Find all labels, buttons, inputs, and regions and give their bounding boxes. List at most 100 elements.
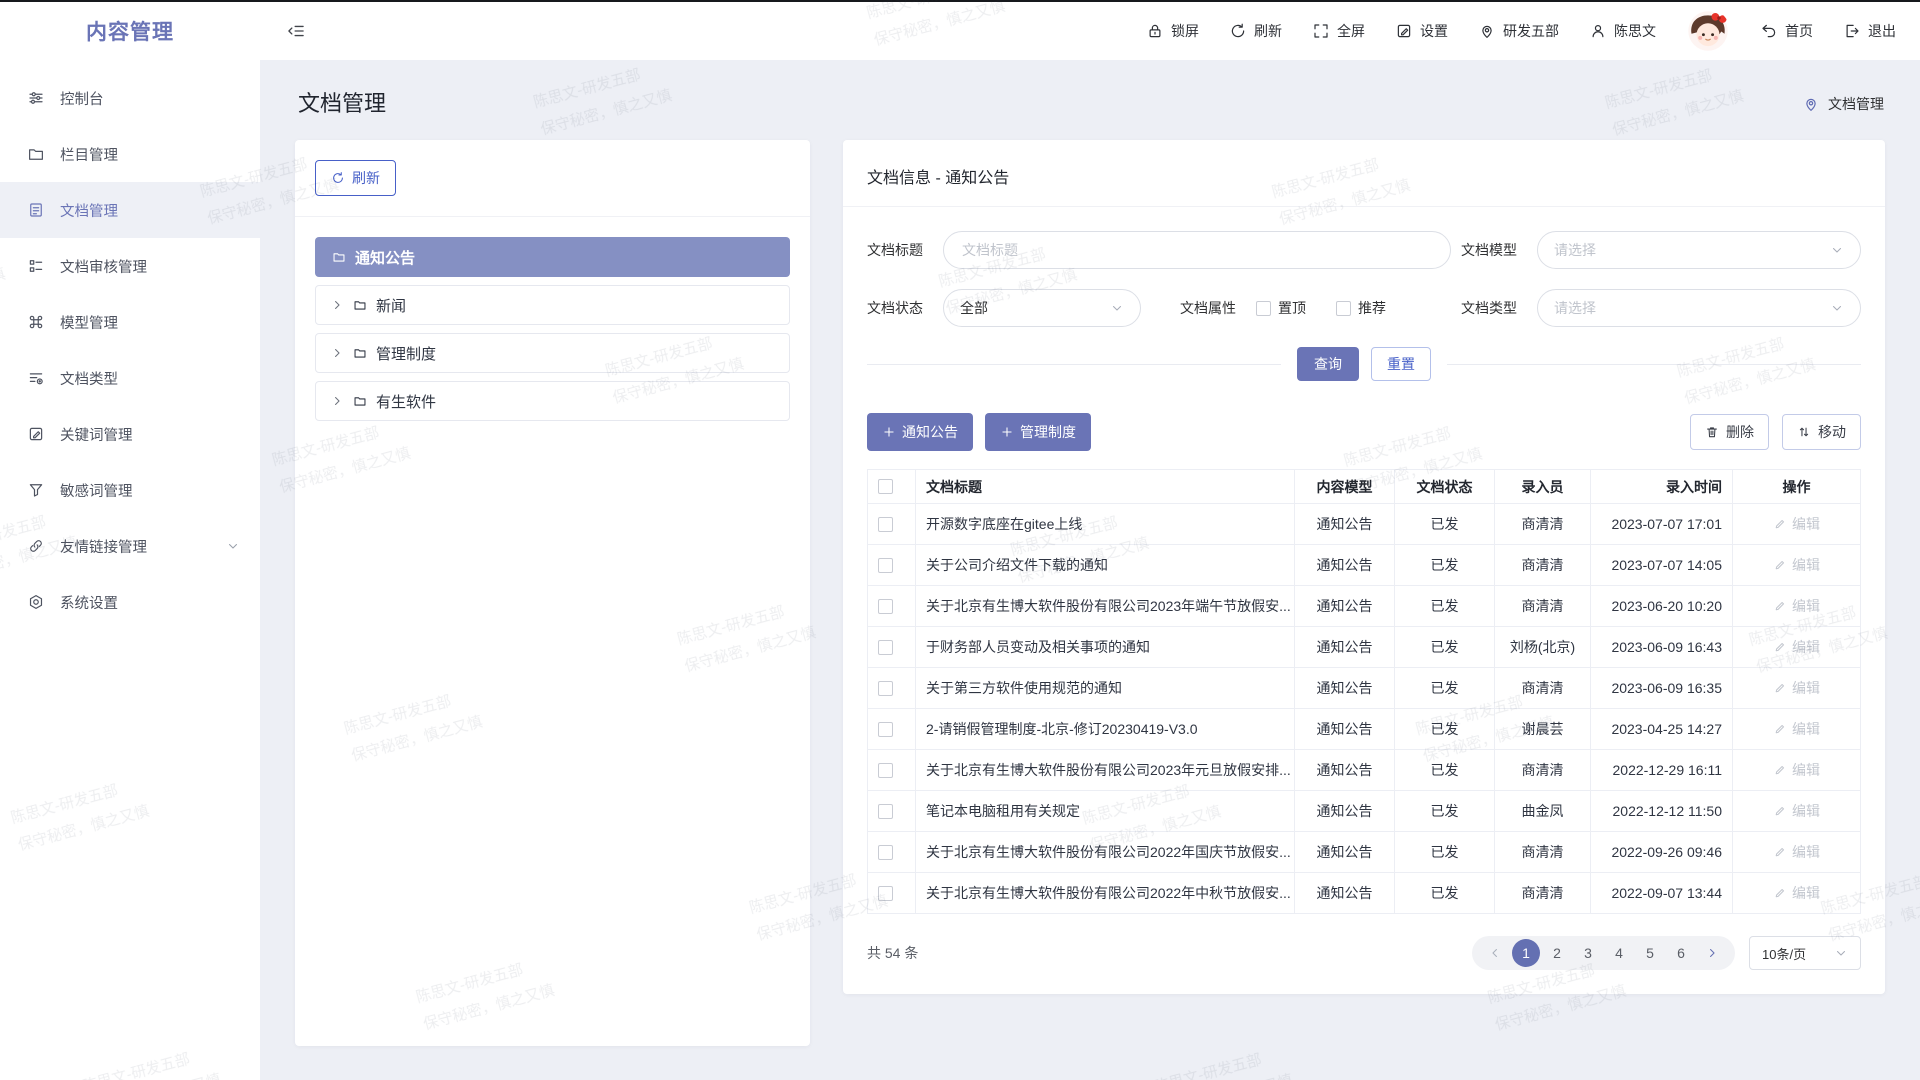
table-row: 关于第三方软件使用规范的通知 通知公告 已发 商清清 2023-06-09 16… (868, 668, 1861, 709)
logout-icon (1843, 22, 1861, 40)
edit-button[interactable]: 编辑 (1773, 883, 1820, 903)
doc-status-label: 文档状态 (867, 298, 929, 318)
next-page-button[interactable] (1698, 939, 1726, 967)
edit-square-icon (27, 425, 45, 443)
row-checkbox[interactable] (878, 640, 893, 655)
location-pin-icon (1802, 95, 1820, 113)
folder-icon (353, 394, 367, 408)
panel-title: 文档信息 - 通知公告 (867, 164, 1861, 188)
settings-button[interactable]: 设置 (1395, 21, 1448, 41)
edit-button[interactable]: 编辑 (1773, 596, 1820, 616)
sidebar-item-sensitive-words[interactable]: 敏感词管理 (0, 462, 260, 518)
home-button[interactable]: 首页 (1760, 21, 1813, 41)
row-checkbox[interactable] (878, 763, 893, 778)
sidebar-item-document-management[interactable]: 文档管理 (0, 182, 260, 238)
row-checkbox[interactable] (878, 681, 893, 696)
avatar[interactable] (1686, 9, 1730, 53)
doc-model-select[interactable]: 请选择 (1537, 231, 1861, 269)
sidebar-item-system-settings[interactable]: 系统设置 (0, 574, 260, 630)
command-icon (27, 313, 45, 331)
add-notice-button[interactable]: 通知公告 (867, 413, 973, 451)
pencil-icon (1773, 845, 1787, 859)
lock-screen-button[interactable]: 锁屏 (1146, 21, 1199, 41)
refresh-icon (1229, 22, 1247, 40)
reset-button[interactable]: 重置 (1371, 347, 1431, 381)
sidebar-item-document-type[interactable]: 文档类型 (0, 350, 260, 406)
select-all-checkbox[interactable] (878, 479, 893, 494)
checkbox (1336, 301, 1351, 316)
edit-button[interactable]: 编辑 (1773, 719, 1820, 739)
folder-icon (27, 145, 45, 163)
row-checkbox[interactable] (878, 845, 893, 860)
edit-button[interactable]: 编辑 (1773, 514, 1820, 534)
move-button[interactable]: 移动 (1782, 414, 1861, 450)
chevron-right-icon (330, 394, 344, 408)
doc-attr-label: 文档属性 (1180, 298, 1242, 318)
delete-button[interactable]: 删除 (1690, 414, 1769, 450)
row-checkbox[interactable] (878, 886, 893, 901)
attr-recommend-checkbox[interactable]: 推荐 (1336, 298, 1386, 318)
search-button[interactable]: 查询 (1297, 347, 1359, 381)
table-row: 关于北京有生博大软件股份有限公司2022年国庆节放假安... 通知公告 已发 商… (868, 832, 1861, 873)
refresh-icon (331, 171, 345, 185)
chevron-right-icon (1705, 946, 1719, 960)
prev-page-button[interactable] (1481, 939, 1509, 967)
main-content: 文档管理 文档管理 刷新 通知公告 新闻 管理制 (260, 60, 1920, 1080)
pencil-icon (1773, 558, 1787, 572)
page-button-2[interactable]: 2 (1543, 939, 1571, 967)
link-icon (27, 537, 45, 555)
page-button-6[interactable]: 6 (1667, 939, 1695, 967)
sidebar-item-console[interactable]: 控制台 (0, 70, 260, 126)
status-badge: 已发 (1395, 791, 1495, 832)
sidebar: 控制台 栏目管理 文档管理 文档审核管理 模型管理 文档类型 关键词管理 敏感词… (0, 60, 260, 1080)
table-row: 关于公司介绍文件下载的通知 通知公告 已发 商清清 2023-07-07 14:… (868, 545, 1861, 586)
page-button-3[interactable]: 3 (1574, 939, 1602, 967)
sidebar-collapse-button[interactable] (286, 21, 306, 41)
tree-node-software[interactable]: 有生软件 (315, 381, 790, 421)
doc-type-select[interactable]: 请选择 (1537, 289, 1861, 327)
row-checkbox[interactable] (878, 517, 893, 532)
page-button-4[interactable]: 4 (1605, 939, 1633, 967)
page-size-select[interactable]: 10条/页 (1749, 936, 1861, 970)
edit-button[interactable]: 编辑 (1773, 637, 1820, 657)
sidebar-item-model-management[interactable]: 模型管理 (0, 294, 260, 350)
chevron-down-icon (1830, 301, 1844, 315)
add-rule-button[interactable]: 管理制度 (985, 413, 1091, 451)
sidebar-item-friendly-links[interactable]: 友情链接管理 (0, 518, 260, 574)
doc-status-select[interactable]: 全部 (943, 289, 1141, 327)
fullscreen-button[interactable]: 全屏 (1312, 21, 1365, 41)
page-button-5[interactable]: 5 (1636, 939, 1664, 967)
edit-button[interactable]: 编辑 (1773, 678, 1820, 698)
chevron-right-icon (330, 346, 344, 360)
attr-top-checkbox[interactable]: 置顶 (1256, 298, 1306, 318)
tree-node-notice-selected[interactable]: 通知公告 (315, 237, 790, 277)
row-checkbox[interactable] (878, 599, 893, 614)
user-menu[interactable]: 陈思文 (1589, 21, 1656, 41)
table-row: 关于北京有生博大软件股份有限公司2023年元旦放假安排... 通知公告 已发 商… (868, 750, 1861, 791)
chevron-right-icon (330, 298, 344, 312)
tree-refresh-button[interactable]: 刷新 (315, 160, 396, 196)
row-checkbox[interactable] (878, 722, 893, 737)
list-gear-icon (27, 369, 45, 387)
doc-title-input[interactable] (943, 231, 1451, 269)
back-arrow-icon (1760, 22, 1778, 40)
row-checkbox[interactable] (878, 558, 893, 573)
folder-icon (332, 250, 346, 264)
top-header: 内容管理 锁屏 刷新 全屏 设置 研发五部 陈思文 首页 退出 (0, 2, 1920, 60)
table-row: 开源数字底座在gitee上线 通知公告 已发 商清清 2023-07-07 17… (868, 504, 1861, 545)
edit-button[interactable]: 编辑 (1773, 842, 1820, 862)
logout-button[interactable]: 退出 (1843, 21, 1896, 41)
refresh-button[interactable]: 刷新 (1229, 21, 1282, 41)
edit-button[interactable]: 编辑 (1773, 760, 1820, 780)
edit-button[interactable]: 编辑 (1773, 555, 1820, 575)
lock-icon (1146, 22, 1164, 40)
sidebar-item-keyword-management[interactable]: 关键词管理 (0, 406, 260, 462)
status-badge: 已发 (1395, 586, 1495, 627)
row-checkbox[interactable] (878, 804, 893, 819)
edit-button[interactable]: 编辑 (1773, 801, 1820, 821)
tree-node-rules[interactable]: 管理制度 (315, 333, 790, 373)
sidebar-item-column-management[interactable]: 栏目管理 (0, 126, 260, 182)
tree-node-news[interactable]: 新闻 (315, 285, 790, 325)
page-button-1[interactable]: 1 (1512, 939, 1540, 967)
sidebar-item-document-audit[interactable]: 文档审核管理 (0, 238, 260, 294)
